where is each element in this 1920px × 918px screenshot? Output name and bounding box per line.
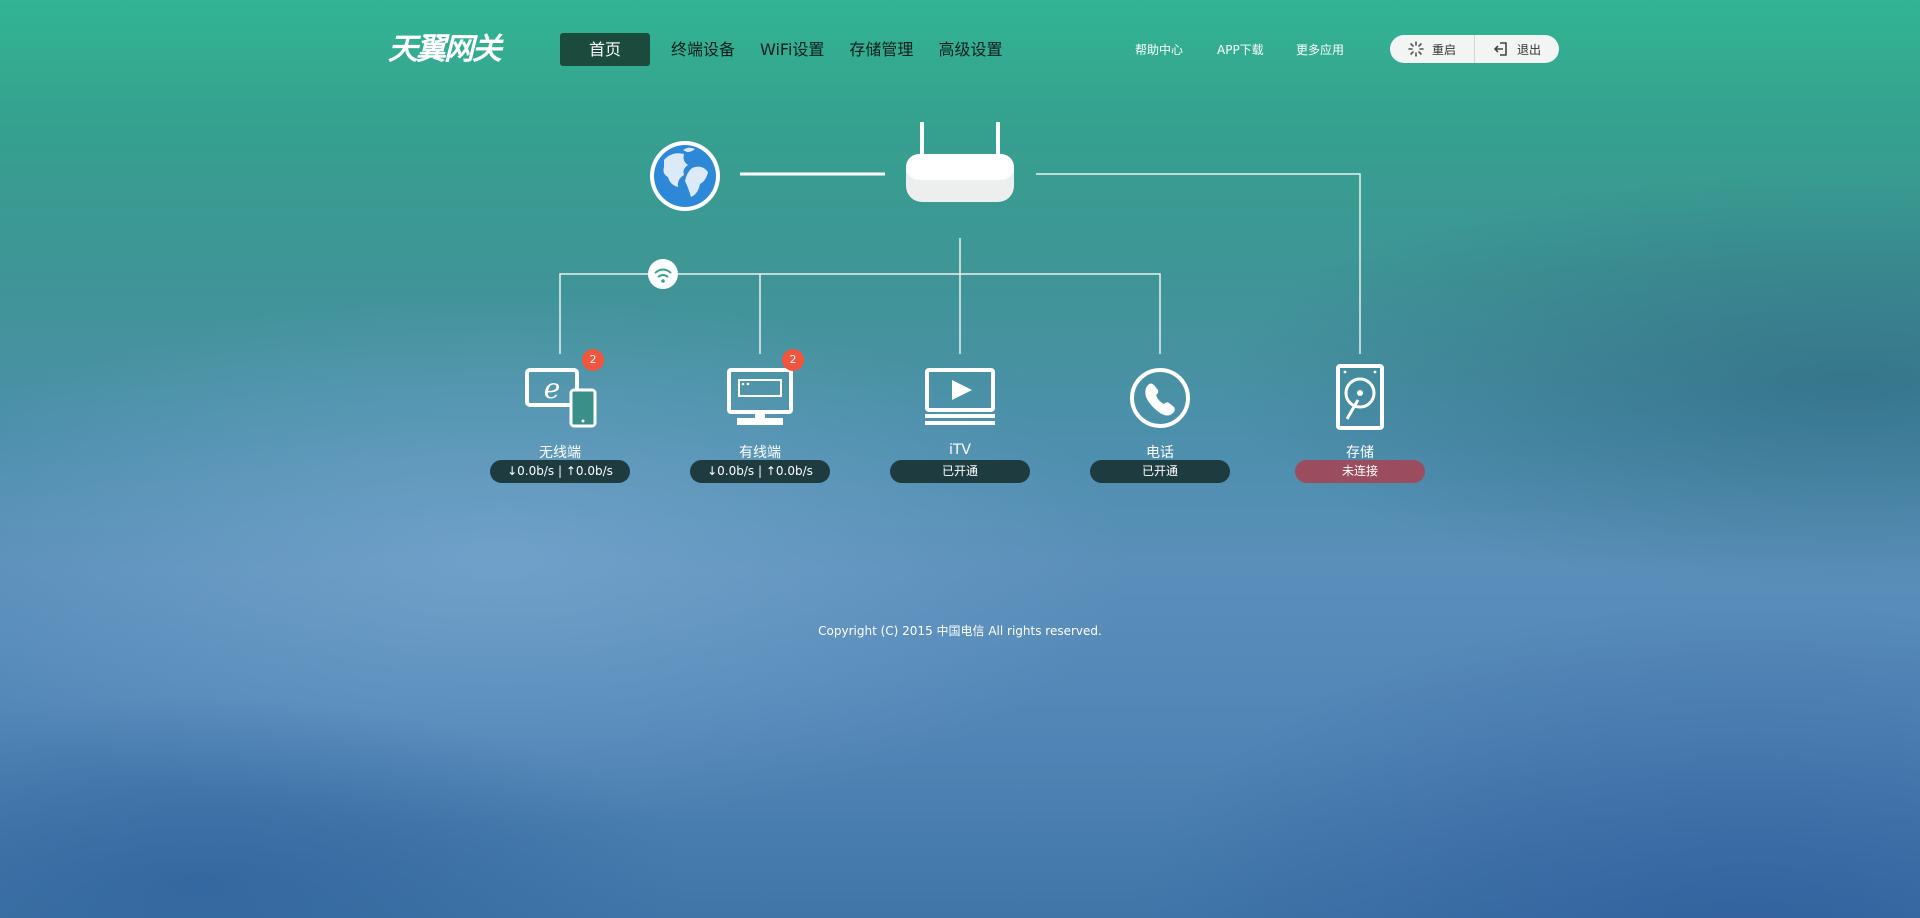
svg-text:e: e (544, 372, 561, 405)
wireless-traffic-status: ↓0.0b/s | ↑0.0b/s (490, 460, 630, 483)
storage-disk-icon (1336, 364, 1384, 430)
wireless-devices-icon: e (525, 368, 597, 428)
telephone-icon (1130, 368, 1190, 428)
copyright-footer: Copyright (C) 2015 中国电信 All rights reser… (818, 624, 1102, 638)
wired-traffic-status: ↓0.0b/s | ↑0.0b/s (690, 460, 830, 483)
router-icon (906, 122, 1014, 202)
internet-globe-icon (650, 141, 720, 211)
wireless-count-badge: 2 (582, 349, 604, 371)
wireless-label[interactable]: 无线端 (490, 442, 630, 462)
itv-status: 已开通 (890, 460, 1030, 483)
wifi-junction-icon (648, 259, 678, 289)
phone-status: 已开通 (1090, 460, 1230, 483)
wired-count-badge: 2 (782, 349, 804, 371)
wired-label[interactable]: 有线端 (690, 442, 830, 462)
itv-label[interactable]: iTV (890, 442, 1030, 458)
itv-play-icon (925, 368, 995, 425)
phone-label[interactable]: 电话 (1090, 442, 1230, 462)
wired-desktop-icon (727, 368, 793, 425)
network-topology: e (525, 122, 1384, 430)
storage-label[interactable]: 存储 (1290, 442, 1430, 462)
storage-status: 未连接 (1295, 460, 1425, 483)
